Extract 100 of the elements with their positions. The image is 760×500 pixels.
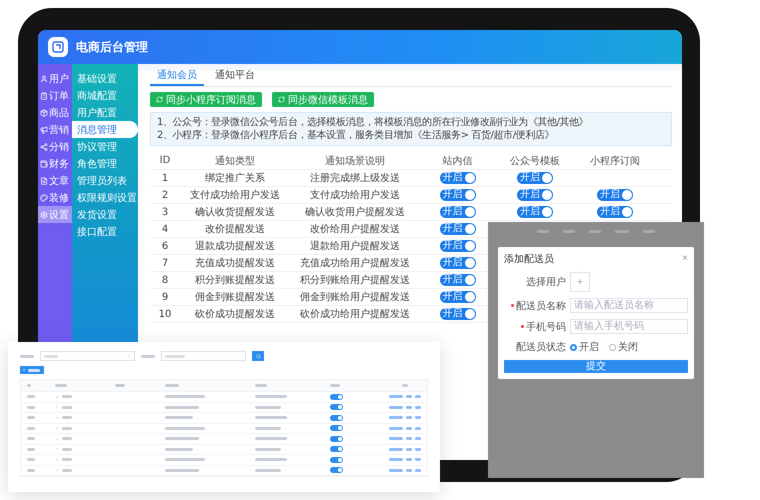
toggle-switch[interactable]: 开启 xyxy=(597,206,633,218)
column-header: 通知类型 xyxy=(214,154,256,168)
blurred-text xyxy=(255,458,287,462)
toggle-switch[interactable]: 开启 xyxy=(440,257,476,269)
nav-item[interactable]: 设置 xyxy=(38,206,72,223)
table-cell-text: 砍价成功给用户提醒发送 xyxy=(299,308,411,321)
toggle-switch[interactable] xyxy=(330,404,343,410)
search-field[interactable] xyxy=(161,351,246,361)
blurred-text xyxy=(255,468,281,472)
toggle-switch[interactable] xyxy=(330,414,343,421)
blurred-text[interactable] xyxy=(389,426,403,430)
radio-button[interactable] xyxy=(570,344,577,350)
menu-item[interactable]: 基础设置 xyxy=(72,70,138,87)
table-cell-text: 10 xyxy=(158,308,172,320)
blurred-text xyxy=(115,384,125,387)
blurred-text xyxy=(402,384,408,387)
table-cell-text: 改价提醒发送 xyxy=(204,223,266,236)
blurred-text xyxy=(255,395,287,398)
blurred-text xyxy=(255,426,281,430)
submit-button[interactable]: 提交 xyxy=(504,360,688,373)
toggle-switch[interactable] xyxy=(330,425,343,432)
field-label: 配送员状态 xyxy=(516,340,566,354)
input-field[interactable]: 请输入手机号码 xyxy=(570,319,688,334)
menu-item[interactable]: 角色管理 xyxy=(72,155,138,172)
tab[interactable]: 通知平台 xyxy=(208,68,262,86)
table-cell-text: 1 xyxy=(160,172,170,184)
blurred-text xyxy=(165,395,205,398)
blurred-text xyxy=(255,384,267,387)
toggle-switch[interactable] xyxy=(330,467,343,474)
nav-item[interactable]: 财务 xyxy=(38,155,72,172)
sync-button[interactable]: 同步微信模板消息 xyxy=(272,92,374,107)
user-icon xyxy=(40,74,48,82)
table-cell-text: 确认收货提醒发送 xyxy=(194,206,276,219)
close-button[interactable]: × xyxy=(682,254,688,264)
table-cell-text: 佣金到账提醒发送 xyxy=(194,290,276,304)
toggle-switch[interactable]: 开启 xyxy=(440,189,476,201)
toggle-switch[interactable]: 开启 xyxy=(597,189,633,201)
menu-item[interactable]: 商城配置 xyxy=(72,87,138,104)
blurred-text xyxy=(255,406,281,409)
blurred-text xyxy=(165,416,193,420)
blurred-text xyxy=(255,448,281,451)
column-header: 通知场景说明 xyxy=(324,154,386,168)
chevron-icon xyxy=(126,354,131,358)
nav-item[interactable]: 用户 xyxy=(38,70,72,87)
toggle-switch[interactable] xyxy=(330,436,343,442)
nav-item[interactable]: 文章 xyxy=(38,172,72,189)
blurred-text xyxy=(141,354,155,358)
table-cell-text: 支付成功给用户发送 xyxy=(309,188,401,202)
menu-item[interactable]: 权限规则设置 xyxy=(72,189,138,206)
blurred-text[interactable] xyxy=(389,448,403,451)
toggle-switch[interactable] xyxy=(330,394,343,400)
app-title: 电商后台管理 xyxy=(76,38,148,56)
toggle-switch[interactable]: 开启 xyxy=(440,240,476,252)
toggle-switch[interactable]: 开启 xyxy=(440,274,476,286)
search-button[interactable] xyxy=(252,351,264,361)
toggle-switch[interactable]: 开启 xyxy=(517,206,553,218)
nav-item[interactable]: 营销 xyxy=(38,121,72,138)
toggle-switch[interactable]: 开启 xyxy=(517,172,553,184)
table-cell-text: 绑定推广关系 xyxy=(204,172,266,185)
blurred-text[interactable] xyxy=(389,406,403,409)
toggle-switch[interactable]: 开启 xyxy=(517,189,553,201)
select-field[interactable] xyxy=(40,351,135,361)
toggle-switch[interactable]: 开启 xyxy=(440,308,476,320)
wallet-icon xyxy=(40,160,48,168)
toggle-switch[interactable]: 开启 xyxy=(440,172,476,184)
radio-button[interactable] xyxy=(609,344,616,350)
toggle-switch[interactable]: 开启 xyxy=(440,223,476,235)
menu-item[interactable]: 接口配置 xyxy=(72,223,138,240)
nav-item[interactable]: 订单 xyxy=(38,87,72,104)
menu-item[interactable]: 协议管理 xyxy=(72,138,138,155)
toggle-switch[interactable] xyxy=(330,446,343,452)
field-label: 手机号码 xyxy=(526,320,566,334)
blurred-text[interactable] xyxy=(389,458,403,462)
toggle-switch[interactable]: 开启 xyxy=(440,291,476,303)
menu-item[interactable]: 用户配置 xyxy=(72,104,138,121)
blurred-text xyxy=(165,426,205,430)
tab[interactable]: 通知会员 xyxy=(150,68,204,86)
add-button[interactable] xyxy=(20,366,44,374)
table-cell-text: 2 xyxy=(160,190,170,200)
toggle-switch[interactable] xyxy=(330,456,343,463)
toggle-switch[interactable]: 开启 xyxy=(440,206,476,218)
menu-item[interactable]: 消息管理 xyxy=(72,121,138,138)
blurred-text xyxy=(165,384,179,387)
nav-item[interactable]: 商品 xyxy=(38,104,72,121)
blurred-text xyxy=(27,384,31,387)
blurred-text xyxy=(20,354,34,358)
nav-item[interactable]: 装修 xyxy=(38,189,72,206)
nav-item[interactable]: 分销 xyxy=(38,138,72,155)
input-field[interactable]: 请输入配送员名称 xyxy=(570,298,688,313)
menu-item[interactable]: 发货设置 xyxy=(72,206,138,223)
package-icon xyxy=(40,108,48,116)
blurred-text[interactable] xyxy=(389,468,403,472)
table-cell-text: 7 xyxy=(160,258,170,268)
document-icon xyxy=(40,176,48,184)
blurred-text[interactable] xyxy=(389,416,403,420)
blurred-text[interactable] xyxy=(389,437,403,440)
blurred-text[interactable] xyxy=(389,395,403,398)
upload-button[interactable]: + xyxy=(570,272,590,292)
sync-button[interactable]: 同步小程序订阅消息 xyxy=(150,92,262,107)
menu-item[interactable]: 管理员列表 xyxy=(72,172,138,189)
